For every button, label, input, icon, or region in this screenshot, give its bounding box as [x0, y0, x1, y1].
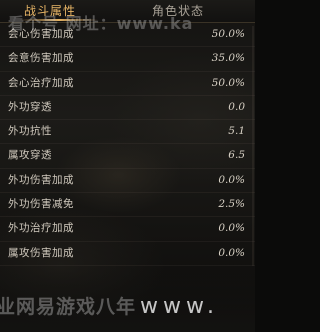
stat-value: 0.0%	[218, 246, 245, 259]
tab-bar: 战斗属性 角色状态	[0, 0, 255, 23]
stat-label: 外功伤害加成	[8, 173, 74, 186]
stat-label: 会心伤害加成	[8, 28, 74, 40]
stat-row: 外功抗性 5.1	[0, 120, 255, 145]
stat-row: 外功穿透 0.0	[0, 96, 255, 121]
stat-row: 会心治疗加成 50.0%	[0, 72, 255, 96]
stat-value: 0.0%	[218, 173, 245, 186]
active-tab-indicator	[20, 19, 98, 21]
stat-label: 会意伤害加成	[8, 52, 74, 65]
stat-label: 会心治疗加成	[8, 76, 74, 89]
stat-value: 35.0%	[211, 52, 245, 65]
stat-row: 会心伤害加成 50.0%	[0, 23, 255, 48]
stat-row: 属攻伤害加成 0.0%	[0, 242, 255, 266]
stat-value: 5.1	[228, 125, 245, 138]
stat-label: 属攻穿透	[8, 149, 52, 162]
stat-row: 外功治疗加成 0.0%	[0, 217, 255, 242]
stat-value: 6.5	[228, 149, 245, 162]
stat-value: 0.0	[228, 100, 245, 113]
tab-combat-attributes[interactable]: 战斗属性	[24, 2, 76, 20]
stat-value: 2.5%	[218, 198, 245, 211]
stat-row: 外功伤害加成 0.0%	[0, 169, 255, 194]
tab-character-status[interactable]: 角色状态	[152, 2, 204, 20]
stat-label: 外功穿透	[8, 100, 52, 113]
stat-value: 0.0%	[218, 222, 245, 235]
stat-row: 会意伤害加成 35.0%	[0, 47, 255, 72]
stat-value: 50.0%	[211, 76, 245, 89]
stat-value: 50.0%	[211, 28, 245, 40]
stat-label: 外功伤害减免	[8, 198, 74, 211]
scrollbar[interactable]	[252, 26, 254, 266]
stat-label: 属攻伤害加成	[8, 246, 74, 259]
stats-list: 会心伤害加成 50.0% 会意伤害加成 35.0% 会心治疗加成 50.0% 外…	[0, 23, 255, 266]
stat-row: 属攻穿透 6.5	[0, 144, 255, 169]
stat-label: 外功抗性	[8, 125, 52, 138]
stat-label: 外功治疗加成	[8, 222, 74, 235]
bottom-fade	[0, 270, 255, 332]
stat-row: 外功伤害减免 2.5%	[0, 193, 255, 218]
